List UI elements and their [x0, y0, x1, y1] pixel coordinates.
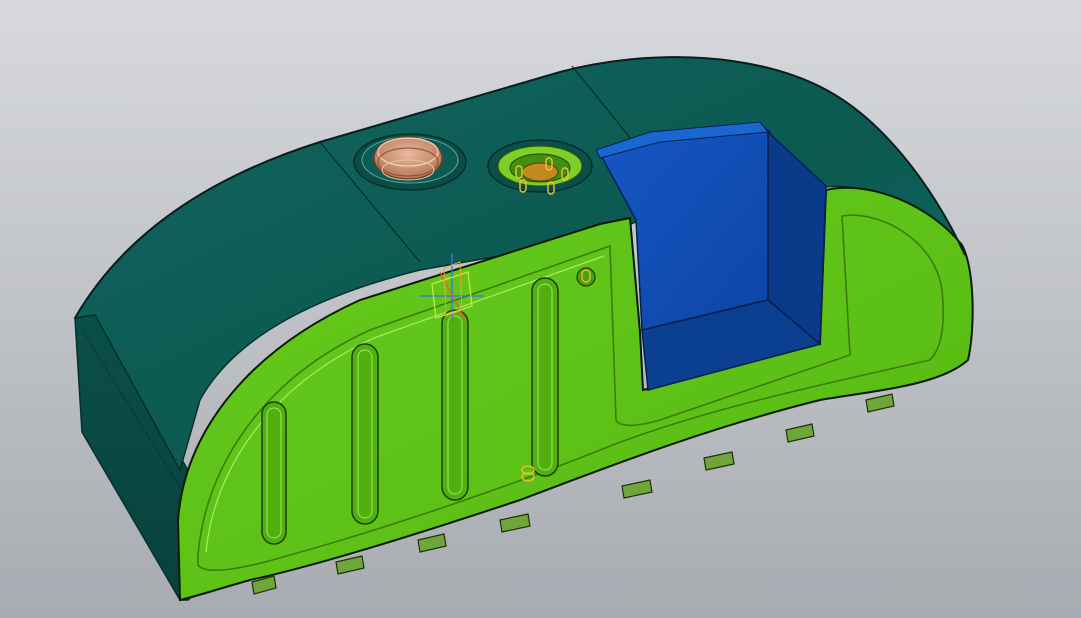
stiffener-slot-2 [351, 343, 379, 525]
vent-fitting-icon[interactable] [576, 267, 596, 287]
stiffener-slot-3 [441, 309, 469, 501]
stiffener-slot-4 [531, 277, 559, 477]
model-view[interactable] [0, 0, 1081, 618]
3d-viewport[interactable] [0, 0, 1081, 618]
filler-cap-icon[interactable] [353, 133, 467, 191]
stiffener-slot-1 [261, 401, 287, 545]
